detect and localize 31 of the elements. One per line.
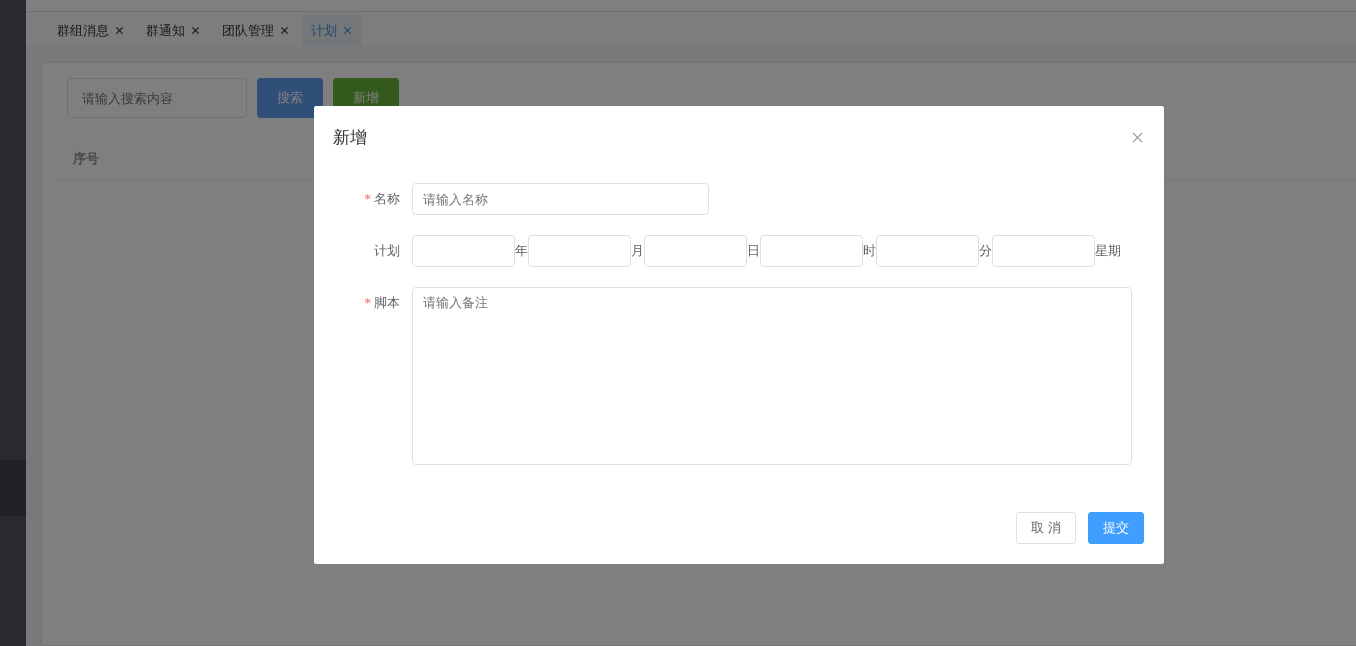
field-label: * 名称 — [364, 190, 400, 208]
dialog-button[interactable]: 提交 — [1088, 512, 1144, 544]
close-icon[interactable] — [191, 26, 200, 35]
close-icon[interactable] — [115, 26, 124, 35]
input-field[interactable] — [992, 235, 1095, 267]
field-label: * 脚本 — [364, 294, 400, 312]
unit-label: 星期 — [1095, 242, 1121, 260]
input-field[interactable] — [528, 235, 631, 267]
toolbar-button[interactable]: 搜索 — [257, 78, 323, 118]
unit-label: 月 — [631, 242, 644, 260]
input-field[interactable] — [412, 235, 515, 267]
tab[interactable]: 群通知 — [137, 15, 209, 46]
search-field[interactable]: 请输入搜索内容 — [67, 78, 247, 118]
input-field[interactable] — [760, 235, 863, 267]
unit-label: 分 — [979, 242, 992, 260]
input-field[interactable] — [876, 235, 979, 267]
input-field[interactable] — [644, 235, 747, 267]
unit-label: 日 — [747, 242, 760, 260]
script-field[interactable]: 请输入备注 — [412, 287, 1132, 465]
close-icon[interactable] — [280, 26, 289, 35]
tab[interactable]: 群组消息 — [48, 15, 133, 46]
dialog-button[interactable]: 取 消 — [1015, 512, 1076, 544]
field-label: 计划 — [374, 242, 400, 260]
name-field[interactable]: 请输入名称 — [412, 183, 709, 215]
unit-label: 时 — [863, 242, 876, 260]
unit-label: 年 — [515, 242, 528, 260]
close-icon[interactable] — [343, 26, 352, 35]
close-icon[interactable] — [1132, 132, 1143, 143]
tab[interactable]: 团队管理 — [213, 15, 298, 46]
sidebar-item[interactable] — [0, 460, 26, 516]
dialog-title: 新增 — [333, 126, 367, 149]
